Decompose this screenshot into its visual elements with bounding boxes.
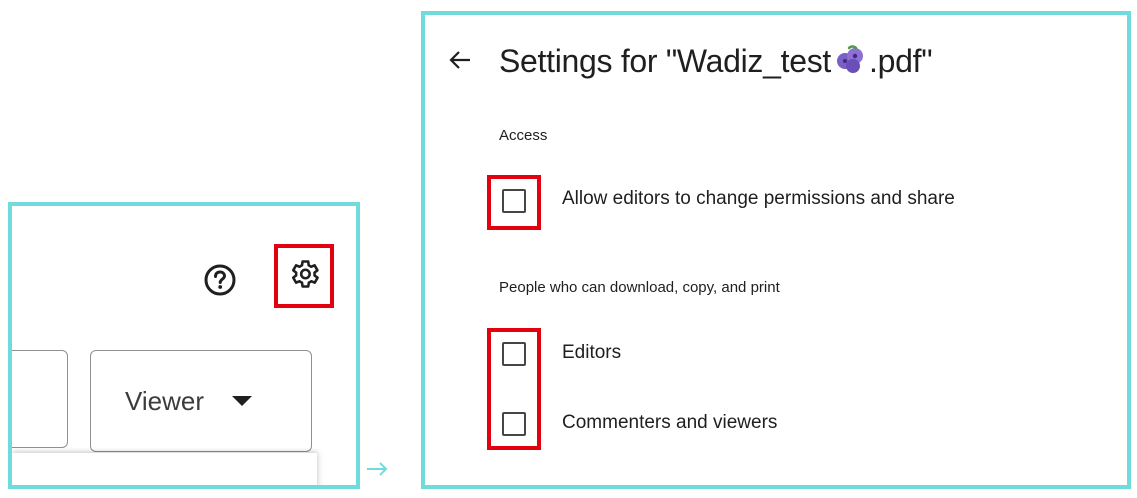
settings-dialog: Settings for "Wadiz_test .pdf" Access Al… xyxy=(421,11,1131,489)
gear-icon xyxy=(291,259,319,288)
editors-label: Editors xyxy=(562,342,622,363)
allow-editors-label: Allow editors to change permissions and … xyxy=(562,188,955,209)
right-arrow-icon xyxy=(366,458,388,480)
help-circle-icon xyxy=(204,264,236,296)
commenters-viewers-label: Commenters and viewers xyxy=(562,412,778,433)
back-arrow-icon xyxy=(449,51,470,69)
back-button[interactable] xyxy=(443,43,477,77)
allow-editors-checkbox[interactable] xyxy=(502,189,526,213)
caret-down-icon xyxy=(232,396,253,406)
title-prefix: Settings for "Wadiz_test xyxy=(499,43,832,79)
role-select-value: Viewer xyxy=(125,385,205,416)
share-input-field[interactable] xyxy=(12,350,68,448)
sharing-dialog-crop: Viewer xyxy=(8,202,360,489)
role-select[interactable]: Viewer xyxy=(90,350,312,452)
download-heading: People who can download, copy, and print xyxy=(499,279,780,296)
blueberries-emoji xyxy=(835,44,865,82)
dropdown-menu-edge xyxy=(12,453,317,485)
settings-highlight-box xyxy=(274,244,334,308)
editors-checkbox[interactable] xyxy=(502,342,526,366)
help-icon[interactable] xyxy=(203,263,237,297)
settings-button[interactable] xyxy=(287,257,321,296)
dialog-title: Settings for "Wadiz_test .pdf" xyxy=(499,43,933,82)
title-suffix: .pdf" xyxy=(869,43,933,79)
access-heading: Access xyxy=(499,127,548,144)
commenters-viewers-checkbox[interactable] xyxy=(502,412,526,436)
